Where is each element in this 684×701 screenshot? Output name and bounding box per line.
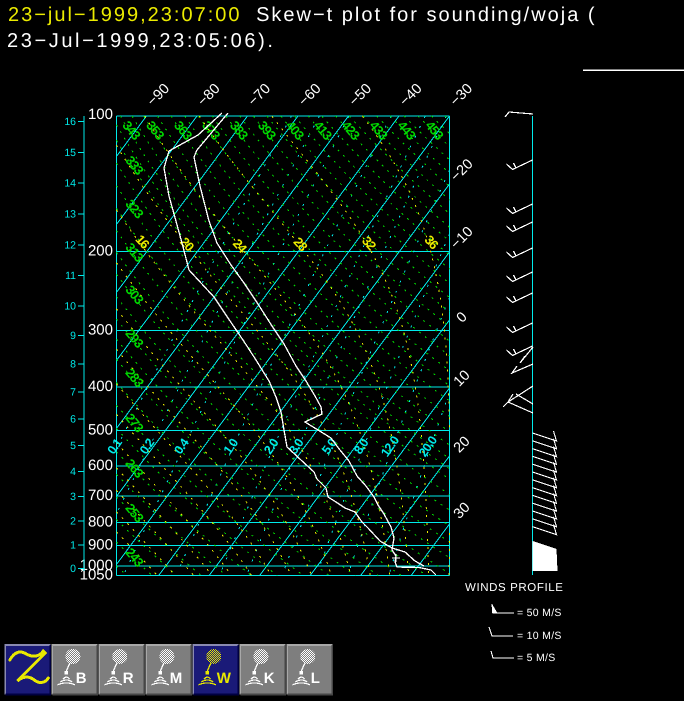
svg-text:8: 8: [70, 359, 76, 371]
svg-text:400: 400: [88, 378, 113, 395]
svg-text:4: 4: [70, 466, 76, 478]
svg-text:11: 11: [65, 270, 76, 282]
svg-text:2: 2: [70, 516, 76, 528]
svg-text:7: 7: [70, 387, 76, 399]
svg-text:15: 15: [64, 147, 76, 159]
svg-text:WINDS PROFILE: WINDS PROFILE: [465, 582, 564, 594]
svg-text:1: 1: [70, 540, 76, 552]
svg-text:300: 300: [88, 322, 113, 339]
svg-text:= 5 M/S: = 5 M/S: [517, 652, 556, 664]
svg-text:700: 700: [88, 487, 113, 504]
svg-text:10: 10: [64, 300, 76, 312]
svg-text:M: M: [170, 670, 183, 687]
svg-text:800: 800: [88, 513, 113, 530]
svg-text:14: 14: [64, 178, 76, 190]
svg-text:6: 6: [70, 414, 76, 426]
svg-text:600: 600: [88, 457, 113, 474]
svg-text:13: 13: [64, 209, 76, 221]
svg-text:3: 3: [70, 491, 76, 503]
svg-text:16: 16: [64, 116, 76, 128]
svg-text:23−jul−1999,23:07:00 Skew−t pl: 23−jul−1999,23:07:00 Skew−t plot for sou…: [8, 4, 597, 26]
svg-text:500: 500: [88, 422, 113, 439]
svg-text:= 10 M/S: = 10 M/S: [517, 630, 562, 642]
svg-text:K: K: [264, 670, 275, 687]
svg-text:12: 12: [64, 239, 76, 251]
svg-text:0: 0: [70, 563, 76, 575]
svg-text:= 50 M/S: = 50 M/S: [517, 607, 562, 619]
svg-text:R: R: [123, 670, 134, 687]
svg-text:900: 900: [88, 536, 113, 553]
svg-text:L: L: [311, 670, 320, 687]
svg-text:100: 100: [88, 106, 113, 123]
svg-text:200: 200: [88, 242, 113, 259]
svg-text:23−Jul−1999,23:05:06).: 23−Jul−1999,23:05:06).: [7, 30, 276, 52]
svg-text:9: 9: [70, 330, 76, 342]
svg-text:W: W: [217, 670, 232, 687]
svg-text:5: 5: [70, 440, 76, 452]
svg-text:1050: 1050: [80, 567, 113, 584]
svg-text:B: B: [76, 670, 87, 687]
